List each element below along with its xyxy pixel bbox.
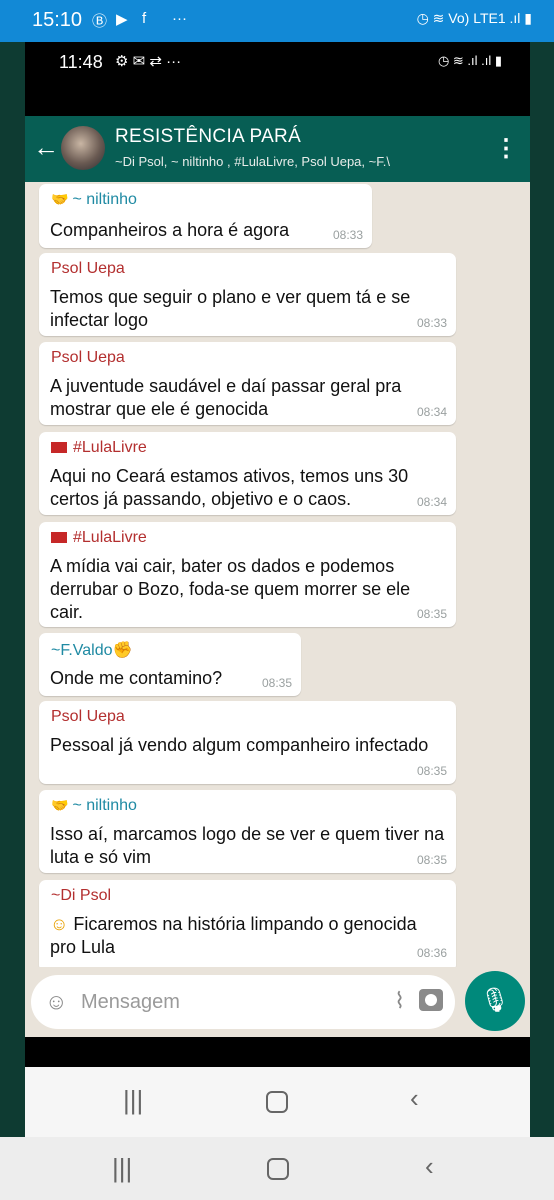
message-bubble[interactable]: 🤝 ~ niltinho Isso aí, marcamos logo de se… — [39, 790, 456, 873]
message-text: ☺ Ficaremos na história limpando o genoc… — [50, 914, 417, 957]
message-time: 08:35 — [416, 764, 447, 778]
outer-status-time: 15:10 — [32, 9, 83, 31]
message-sender: Psol Uepa — [51, 349, 125, 366]
heart-eyes-emoji-icon: ☺ — [50, 914, 69, 934]
recent-apps-icon[interactable]: ||| — [123, 1085, 143, 1116]
flag-icon — [51, 532, 67, 543]
inner-status-bar: 11:48 ⚙ ✉ ⇄ ··· ◷ ≋ .ıl .ıl ▮ — [25, 42, 530, 116]
message-time: 08:35 — [261, 676, 292, 690]
handshake-icon: 🤝 — [51, 191, 69, 207]
home-icon[interactable] — [266, 1091, 288, 1113]
mic-button[interactable]: 🎙 — [465, 971, 525, 1031]
inner-navigation-bar: ||| ‹ — [25, 1067, 530, 1137]
inner-status-right: ◷ ≋ .ıl .ıl ▮ — [437, 53, 502, 68]
more-dots-icon: ··· — [172, 10, 187, 27]
message-time: 08:36 — [416, 946, 447, 960]
group-avatar[interactable] — [61, 126, 105, 170]
message-time: 08:35 — [416, 853, 447, 867]
message-input-bar: ☺ Mensagem ⌇ 🎙 — [25, 967, 530, 1037]
message-bubble[interactable]: ~F.Valdo✊ Onde me contamino? 08:35 — [39, 633, 301, 696]
chat-area: 🤝 ~ niltinho Companheiros a hora é agora … — [25, 182, 530, 967]
message-text: Pessoal já vendo algum companheiro infec… — [50, 735, 429, 755]
outer-navigation-bar: ||| ‹ — [0, 1137, 554, 1200]
handshake-icon: 🤝 — [51, 797, 69, 813]
message-sender: #LulaLivre — [51, 529, 147, 547]
message-input[interactable]: ☺ Mensagem ⌇ — [31, 975, 455, 1029]
message-text: Isso aí, marcamos logo de se ver e quem … — [50, 824, 445, 867]
recent-apps-icon[interactable]: ||| — [112, 1153, 132, 1184]
message-time: 08:34 — [416, 495, 447, 509]
facebook-icon: f — [142, 10, 147, 27]
message-text: Temos que seguir o plano e ver quem tá e… — [50, 287, 411, 330]
message-text: A juventude saudável e daí passar geral … — [50, 376, 402, 419]
message-sender: 🤝 ~ niltinho — [51, 797, 137, 814]
chat-header: ← RESISTÊNCIA PARÁ ~Di Psol, ~ niltinho … — [25, 116, 530, 182]
message-bubble[interactable]: Psol Uepa Pessoal já vendo algum companh… — [39, 701, 456, 784]
message-bubble[interactable]: Psol Uepa Temos que seguir o plano e ver… — [39, 253, 456, 336]
back-icon[interactable]: ‹ — [425, 1151, 434, 1182]
back-icon[interactable]: ‹ — [410, 1083, 419, 1114]
flag-icon — [51, 442, 67, 453]
message-time: 08:33 — [332, 228, 363, 242]
mic-icon: 🎙 — [479, 987, 511, 1014]
home-icon[interactable] — [267, 1158, 289, 1180]
outer-status-right: ◷ ≋ Vo) LTE1 .ıl ▮ — [416, 10, 532, 26]
message-bubble[interactable]: 🤝 ~ niltinho Companheiros a hora é agora … — [39, 184, 372, 248]
youtube-icon: ▶ — [116, 11, 128, 28]
message-bubble[interactable]: Psol Uepa A juventude saudável e daí pas… — [39, 342, 456, 425]
group-title[interactable]: RESISTÊNCIA PARÁ — [115, 126, 301, 148]
message-bubble[interactable]: ~Di Psol ☺ Ficaremos na história limpand… — [39, 880, 456, 967]
emoji-icon[interactable]: ☺ — [45, 989, 67, 1015]
inner-status-time: 11:48 — [59, 52, 103, 72]
message-sender: ~Di Psol — [51, 887, 112, 904]
message-text: Onde me contamino? — [50, 668, 223, 688]
message-text: Companheiros a hora é agora — [50, 220, 290, 240]
group-members[interactable]: ~Di Psol, ~ niltinho , #LulaLivre, Psol … — [115, 154, 500, 169]
notification-icons: ⚙ ✉ ⇄ ··· — [115, 53, 182, 70]
message-time: 08:34 — [416, 405, 447, 419]
message-sender: Psol Uepa — [51, 708, 125, 725]
message-text: Aqui no Ceará estamos ativos, temos uns … — [50, 466, 409, 509]
message-sender: 🤝 ~ niltinho — [51, 191, 137, 208]
message-sender: ~F.Valdo✊ — [51, 642, 133, 659]
b-circle-icon: Ⓑ — [92, 13, 108, 30]
message-text: A mídia vai cair, bater os dados e podem… — [50, 556, 411, 622]
message-bubble[interactable]: #LulaLivre Aqui no Ceará estamos ativos,… — [39, 432, 456, 515]
back-arrow-icon[interactable]: ← — [33, 132, 59, 163]
more-vert-icon[interactable]: ⋮ — [494, 134, 518, 163]
message-bubble[interactable]: #LulaLivre A mídia vai cair, bater os da… — [39, 522, 456, 627]
inner-bottom-bar — [25, 1037, 530, 1067]
camera-icon[interactable] — [419, 989, 443, 1011]
outer-status-bar: 15:10 Ⓑ ▶ f ··· ◷ ≋ Vo) LTE1 .ıl ▮ — [0, 0, 554, 42]
attach-icon[interactable]: ⌇ — [394, 988, 405, 1014]
message-sender: Psol Uepa — [51, 260, 125, 277]
message-time: 08:33 — [416, 316, 447, 330]
message-time: 08:35 — [416, 607, 447, 621]
fist-icon: ✊ — [112, 642, 133, 659]
message-sender: #LulaLivre — [51, 439, 147, 457]
message-placeholder[interactable]: Mensagem — [81, 991, 180, 1014]
